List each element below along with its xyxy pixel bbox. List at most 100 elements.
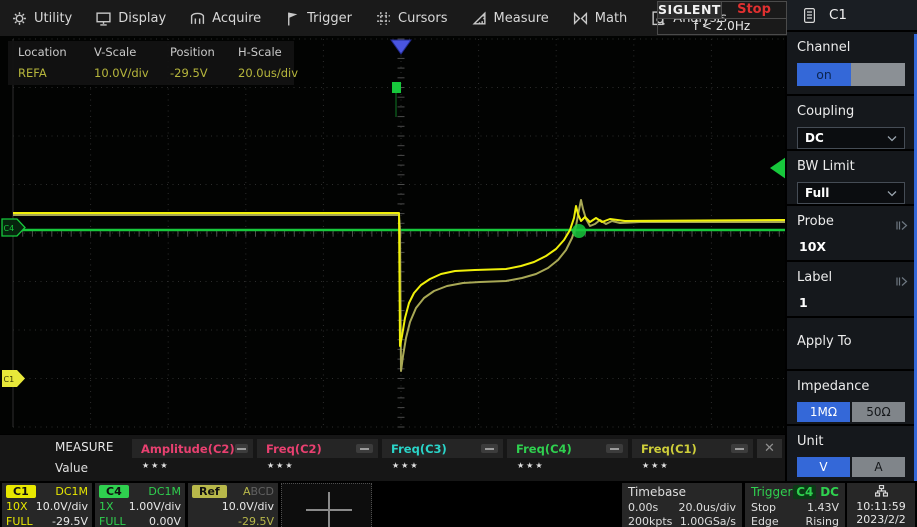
close-measure-icon[interactable]: ✕	[757, 439, 782, 458]
info-header: V-Scale	[94, 45, 170, 59]
trigger-box[interactable]: TriggerC4 DC Stop1.43V EdgeRising	[745, 483, 845, 527]
list-icon	[804, 8, 815, 23]
menu-trigger[interactable]: Trigger	[273, 0, 364, 36]
impedance-50ohm-button[interactable]: 50Ω	[852, 402, 905, 422]
menu-cursors[interactable]: Cursors	[364, 0, 460, 36]
info-value: 20.0us/div	[238, 66, 304, 80]
channel-badge: C1	[6, 485, 36, 498]
remove-measure-button[interactable]	[481, 444, 498, 453]
measure-row-label: Value	[55, 461, 88, 475]
measure-column-freq-c3[interactable]: Freq(C3)	[382, 439, 503, 458]
unit-label: Unit	[797, 434, 907, 449]
info-header: Position	[170, 45, 238, 59]
coupling-select[interactable]: DC	[797, 127, 905, 149]
ref-offset: -29.5V	[238, 515, 274, 527]
trigger-title: Trigger	[751, 485, 792, 499]
info-header: H-Scale	[238, 45, 304, 59]
apply-to-label: Apply To	[797, 334, 907, 349]
channel-toggle[interactable]: on	[797, 63, 905, 86]
expand-icon	[896, 272, 908, 291]
channel-section: Channel on	[787, 32, 917, 96]
waveform-traces	[13, 82, 785, 371]
probe-value: 10X	[799, 239, 907, 254]
measure-value: ★★★	[267, 461, 295, 470]
network-icon	[875, 485, 888, 497]
menu-label: Acquire	[212, 11, 261, 26]
menu-measure[interactable]: Measure	[460, 0, 561, 36]
trigger-source: C4	[793, 485, 816, 499]
trigger-mode: Stop	[751, 501, 776, 514]
trigger-position-marker[interactable]	[391, 40, 411, 54]
label-value: 1	[799, 295, 907, 310]
apply-to-section[interactable]: Apply To	[787, 318, 917, 371]
expand-icon	[896, 216, 908, 235]
measure-value: ★★★	[517, 461, 545, 470]
acquisition-status: Stop	[722, 2, 786, 18]
impedance-1mohm-button[interactable]: 1MΩ	[797, 402, 850, 422]
toggle-on-state[interactable]: on	[797, 63, 851, 86]
ref-badge: Ref	[192, 485, 227, 498]
channel-box-c4[interactable]: C4DC1M 1X1.00V/div FULL0.00V	[95, 483, 185, 527]
toggle-off-state[interactable]	[851, 63, 905, 86]
measure-column-freq-c4[interactable]: Freq(C4)	[507, 439, 628, 458]
coupling-value: DC1M	[55, 485, 88, 498]
bw-limit-section: BW Limit Full	[787, 151, 917, 206]
timebase-box[interactable]: Timebase 0.00s20.0us/div 200kpts1.00GSa/…	[622, 483, 742, 527]
measure-column-freq-c1[interactable]: Freq(C1)	[632, 439, 753, 458]
reference-box[interactable]: RefABCD 10.0V/div -29.5V	[188, 483, 278, 527]
measure-column-amplitude-c2[interactable]: Amplitude(C2)	[132, 439, 253, 458]
channel-settings-panel: C1 Channel on Coupling DC BW Limit Full	[787, 0, 917, 481]
trigger-type: Edge	[751, 515, 779, 527]
trigger-coupling: DC	[820, 485, 839, 499]
channel-box-c1[interactable]: C1DC1M 10X10.0V/div FULL-29.5V	[2, 483, 92, 527]
info-value: -29.5V	[170, 66, 238, 80]
probe-value: 1X	[99, 500, 114, 513]
menu-display[interactable]: Display	[84, 0, 178, 36]
measure-title: MEASURE	[55, 440, 113, 454]
offset-value: 0.00V	[149, 515, 181, 527]
menu-acquire[interactable]: Acquire	[178, 0, 273, 36]
probe-label: Probe	[797, 214, 907, 229]
measure-column-freq-c2[interactable]: Freq(C2)	[257, 439, 378, 458]
remove-measure-button[interactable]	[235, 444, 248, 453]
math-icon	[573, 11, 588, 26]
probe-section[interactable]: Probe 10X	[787, 206, 917, 262]
chevron-down-icon	[887, 135, 897, 142]
trigger-event-square	[392, 82, 401, 93]
remove-measure-button[interactable]	[356, 444, 373, 453]
remove-measure-button[interactable]	[606, 444, 623, 453]
menu-label: Cursors	[398, 11, 448, 26]
trigger-frequency: f < 2.0Hz	[658, 19, 786, 35]
trigger-level-marker[interactable]	[770, 157, 785, 179]
coupling-value: DC	[805, 131, 824, 145]
timebase-scale: 20.0us/div	[679, 501, 736, 514]
panel-header: C1	[787, 0, 917, 32]
chevron-down-icon	[887, 190, 897, 197]
label-section[interactable]: Label 1	[787, 262, 917, 318]
menu-utility[interactable]: Utility	[0, 0, 84, 36]
zoom-preview-box[interactable]	[281, 483, 372, 527]
unit-volts-button[interactable]: V	[797, 457, 850, 477]
waveform-display[interactable]: C4 C1 Location V-Scale Position H-Scale …	[0, 36, 785, 434]
unit-amps-button[interactable]: A	[852, 457, 905, 477]
measure-icon	[472, 11, 487, 26]
trace-C1	[13, 206, 785, 346]
gear-icon	[12, 11, 27, 26]
remove-measure-button[interactable]	[731, 444, 748, 453]
bw-value: FULL	[6, 515, 33, 527]
impedance-label: Impedance	[797, 379, 907, 394]
bw-limit-select[interactable]: Full	[797, 182, 905, 204]
unit-section: Unit V A	[787, 426, 917, 481]
sample-rate: 1.00GSa/s	[680, 515, 736, 527]
ref-scale: 10.0V/div	[222, 500, 274, 513]
channel-badge: C4	[99, 485, 129, 498]
info-value: 10.0V/div	[94, 66, 170, 80]
menu-math[interactable]: Math	[561, 0, 640, 36]
clock-date: 2023/2/2	[847, 513, 915, 526]
measure-bar: MEASURE Value Amplitude(C2) Freq(C2) Fre…	[0, 434, 785, 481]
menu-label: Display	[118, 11, 166, 26]
offset-value: -29.5V	[52, 515, 88, 527]
measure-value: ★★★	[142, 461, 170, 470]
channel-label: Channel	[797, 40, 907, 55]
brand-status-block: SIGLENT Stop f < 2.0Hz	[657, 1, 787, 35]
